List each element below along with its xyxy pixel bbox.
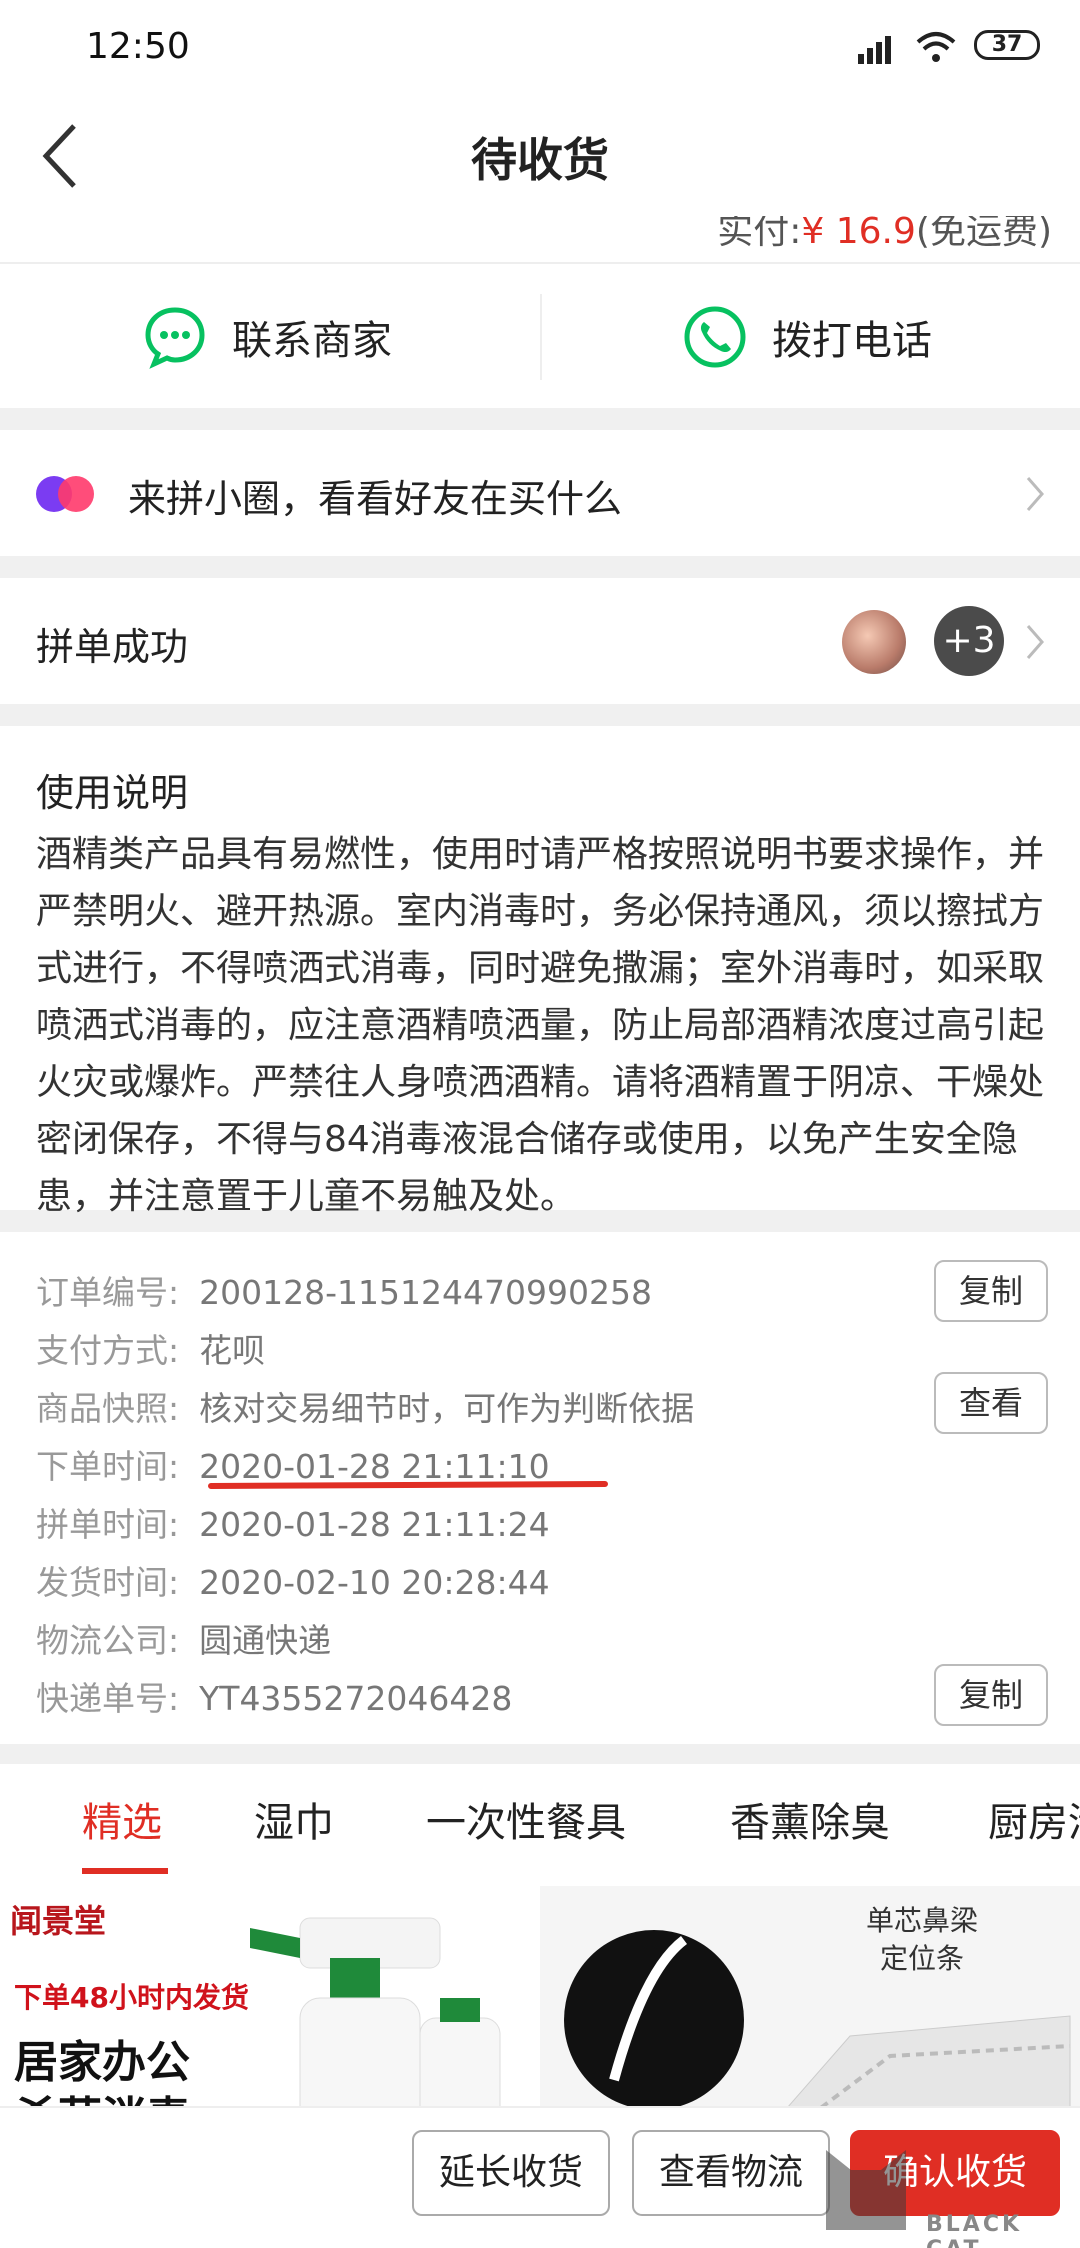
contact-merchant-label: 联系商家 xyxy=(232,318,392,364)
ship-time-row: 发货时间: 2020-02-10 20:28:44 xyxy=(36,1556,550,1604)
divider xyxy=(540,294,542,380)
order-value: 核对交易细节时，可作为判断依据 xyxy=(199,1389,695,1428)
order-value: YT4355272046428 xyxy=(199,1679,513,1718)
tracking-row: 快递单号: YT4355272046428 xyxy=(36,1672,512,1720)
order-label: 商品快照: xyxy=(36,1389,180,1428)
usage-instructions: 使用说明 酒精类产品具有易燃性，使用时请严格按照说明书要求操作，并严禁明火、避开… xyxy=(0,726,1080,1217)
usage-title: 使用说明 xyxy=(36,771,189,815)
order-label: 发货时间: xyxy=(36,1563,180,1602)
tab-featured[interactable]: 精选 xyxy=(82,1790,162,1848)
order-info: 订单编号: 200128-115124470990258 支付方式: 花呗 商品快照… xyxy=(0,1232,1080,1744)
chat-icon xyxy=(145,307,205,369)
product-card[interactable]: 闻景堂 下单48小时内发货 居家办公 杀菌消毒 xyxy=(0,1886,534,2106)
battery-icon: 37 xyxy=(974,30,1040,60)
cat-logo-icon xyxy=(826,2150,906,2230)
friends-circle-row[interactable]: 来拼小圈，看看好友在买什么 xyxy=(0,430,1080,556)
tab-wipes[interactable]: 湿巾 xyxy=(254,1790,334,1848)
status-time: 12:50 xyxy=(86,26,190,67)
watermark-text: BLACK CAT xyxy=(926,2212,1023,2248)
order-label: 下单时间: xyxy=(36,1447,180,1486)
watermark-logo: BLACK CAT xyxy=(806,2130,1076,2248)
group-success-row[interactable]: 拼单成功 +3 xyxy=(0,578,1080,704)
order-label: 订单编号: xyxy=(36,1273,180,1312)
active-tab-indicator xyxy=(82,1868,168,1874)
category-tabs: 精选 湿巾 一次性餐具 香薰除臭 厨房清 xyxy=(0,1764,1080,1876)
product-card[interactable]: 单芯鼻梁 定位条 xyxy=(540,1886,1080,2106)
group-time-row: 拼单时间: 2020-01-28 21:11:24 xyxy=(36,1498,550,1546)
phone-icon xyxy=(684,306,746,368)
order-value: 2020-02-10 20:28:44 xyxy=(199,1563,550,1602)
payment-summary: 实付:¥ 16.9(免运费) xyxy=(0,216,1080,262)
product-grid: 闻景堂 下单48小时内发货 居家办公 杀菌消毒 单芯鼻梁 定位条 xyxy=(0,1876,1080,2106)
contact-row: 联系商家 拨打电话 xyxy=(0,262,1080,408)
payment-amount: ¥ 16.9 xyxy=(801,216,916,252)
status-bar: 12:50 37 xyxy=(0,0,1080,96)
order-value: 200128-115124470990258 xyxy=(199,1273,652,1312)
courier-row: 物流公司: 圆通快递 xyxy=(36,1614,331,1662)
avatar xyxy=(842,610,906,674)
usage-body: 酒精类产品具有易燃性，使用时请严格按照说明书要求操作，并严禁明火、避开热源。室内… xyxy=(36,834,1045,1217)
order-label: 快递单号: xyxy=(36,1679,180,1718)
copy-tracking-button[interactable]: 复制 xyxy=(934,1664,1048,1726)
copy-order-button[interactable]: 复制 xyxy=(934,1260,1048,1322)
snapshot-row: 商品快照: 核对交易细节时，可作为判断依据 xyxy=(36,1382,694,1430)
spray-bottle-image xyxy=(250,1917,501,2106)
chevron-right-icon xyxy=(1026,477,1044,511)
product-headline-2: 杀菌消毒 xyxy=(14,2082,190,2106)
product-promo: 下单48小时内发货 xyxy=(14,1981,249,2014)
nose-wire-image xyxy=(564,1930,744,2106)
tab-deodorize[interactable]: 香薰除臭 xyxy=(730,1790,890,1848)
order-label: 物流公司: xyxy=(36,1621,180,1660)
order-number-row: 订单编号: 200128-115124470990258 xyxy=(36,1266,652,1314)
order-value: 2020-01-28 21:11:10 xyxy=(199,1447,550,1486)
tab-disposable-tableware[interactable]: 一次性餐具 xyxy=(426,1790,626,1848)
circle-label: 来拼小圈，看看好友在买什么 xyxy=(128,477,623,521)
order-label: 拼单时间: xyxy=(36,1505,180,1544)
payment-text: 实付:¥ 16.9(免运费) xyxy=(717,216,1052,254)
product-headline: 居家办公 xyxy=(14,2037,190,2088)
group-label: 拼单成功 xyxy=(36,625,189,669)
more-members-badge: +3 xyxy=(934,606,1004,676)
call-label: 拨打电话 xyxy=(772,318,932,364)
view-snapshot-button[interactable]: 查看 xyxy=(934,1372,1048,1434)
order-value: 圆通快递 xyxy=(199,1621,332,1660)
nav-bar: 待收货 xyxy=(0,96,1080,216)
call-button[interactable]: 拨打电话 xyxy=(682,264,932,410)
order-value: 花呗 xyxy=(199,1331,266,1370)
product-label: 单芯鼻梁 定位条 xyxy=(866,1904,979,1975)
view-logistics-button[interactable]: 查看物流 xyxy=(632,2130,830,2216)
order-value: 2020-01-28 21:11:24 xyxy=(199,1505,550,1544)
mask-image xyxy=(788,2015,1071,2106)
wifi-icon xyxy=(916,32,956,62)
contact-merchant-button[interactable]: 联系商家 xyxy=(142,264,392,410)
tab-kitchen[interactable]: 厨房清 xyxy=(988,1790,1080,1848)
chevron-right-icon xyxy=(1026,625,1044,659)
page-title: 待收货 xyxy=(471,133,609,187)
product-brand: 闻景堂 xyxy=(10,1902,107,1940)
signal-icon xyxy=(858,34,902,64)
circle-logo-icon xyxy=(36,476,94,512)
payment-method-row: 支付方式: 花呗 xyxy=(36,1324,265,1372)
payment-prefix: 实付: xyxy=(717,216,802,252)
order-label: 支付方式: xyxy=(36,1331,180,1370)
extend-receipt-button[interactable]: 延长收货 xyxy=(412,2130,610,2216)
payment-suffix: (免运费) xyxy=(915,216,1052,252)
